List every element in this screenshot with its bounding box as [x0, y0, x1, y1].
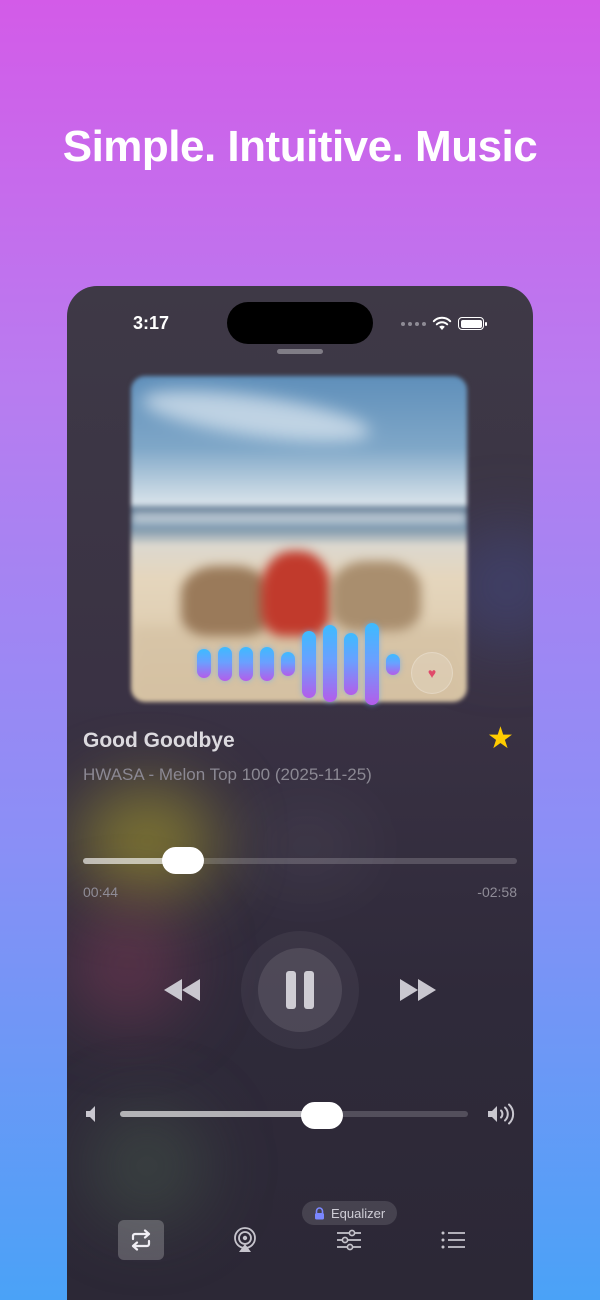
list-icon [441, 1231, 465, 1249]
visualizer-bar [365, 623, 379, 705]
volume-high-icon [488, 1103, 515, 1125]
ambient-glow [247, 806, 367, 886]
headline: Simple. Intuitive. Music [62, 122, 538, 171]
phone-screen: 3:17 ♥ Good Goodbye HWASA - Melon Top 10… [67, 286, 533, 1300]
visualizer-bar [323, 625, 337, 702]
visualizer-bar [386, 654, 400, 675]
visualizer-bar [218, 647, 232, 681]
ambient-glow [67, 906, 187, 1026]
visualizer-bar [281, 652, 295, 676]
star-icon[interactable]: ★ [487, 724, 514, 754]
heart-icon[interactable]: ♥ [411, 652, 453, 694]
visualizer-bar [239, 647, 253, 681]
volume-low-icon [86, 1106, 95, 1122]
track-title: Good Goodbye [83, 729, 235, 752]
equalizer-button[interactable] [326, 1220, 372, 1260]
status-time: 3:17 [133, 313, 170, 333]
elapsed-time: 00:44 [83, 884, 119, 900]
volume-thumb[interactable] [300, 1102, 343, 1129]
dynamic-island [227, 302, 373, 344]
airplay-button[interactable] [222, 1220, 268, 1260]
progress-thumb[interactable] [161, 847, 204, 874]
rewind-icon[interactable] [162, 976, 202, 1004]
audio-visualizer [197, 616, 407, 712]
bottom-toolbar [115, 1220, 485, 1264]
pause-icon [286, 971, 296, 1009]
visualizer-bar [260, 647, 274, 681]
volume-slider[interactable] [120, 1111, 468, 1117]
sliders-icon [337, 1229, 361, 1251]
equalizer-label: Equalizer [331, 1205, 386, 1221]
progress-slider[interactable] [83, 858, 517, 864]
playlist-button[interactable] [430, 1220, 476, 1260]
track-subtitle: HWASA - Melon Top 100 (2025-11-25) [83, 765, 372, 784]
visualizer-bar [344, 633, 358, 695]
status-icons [401, 316, 487, 331]
visualizer-bar [302, 631, 316, 698]
sheet-grabber[interactable] [277, 349, 323, 354]
lock-icon [315, 1206, 324, 1219]
battery-icon [458, 317, 487, 330]
wifi-icon [432, 316, 452, 330]
remaining-time: -02:58 [477, 884, 517, 900]
repeat-button[interactable] [118, 1220, 164, 1260]
cellular-signal-icon [401, 321, 426, 326]
repeat-icon [131, 1229, 151, 1251]
ambient-glow [77, 786, 217, 896]
volume-fill [120, 1111, 322, 1117]
airplay-icon [234, 1227, 256, 1252]
ambient-glow [87, 1106, 207, 1226]
pause-icon [304, 971, 314, 1009]
visualizer-bar [197, 649, 211, 678]
fast-forward-icon[interactable] [398, 976, 438, 1004]
pause-button[interactable] [258, 948, 342, 1032]
